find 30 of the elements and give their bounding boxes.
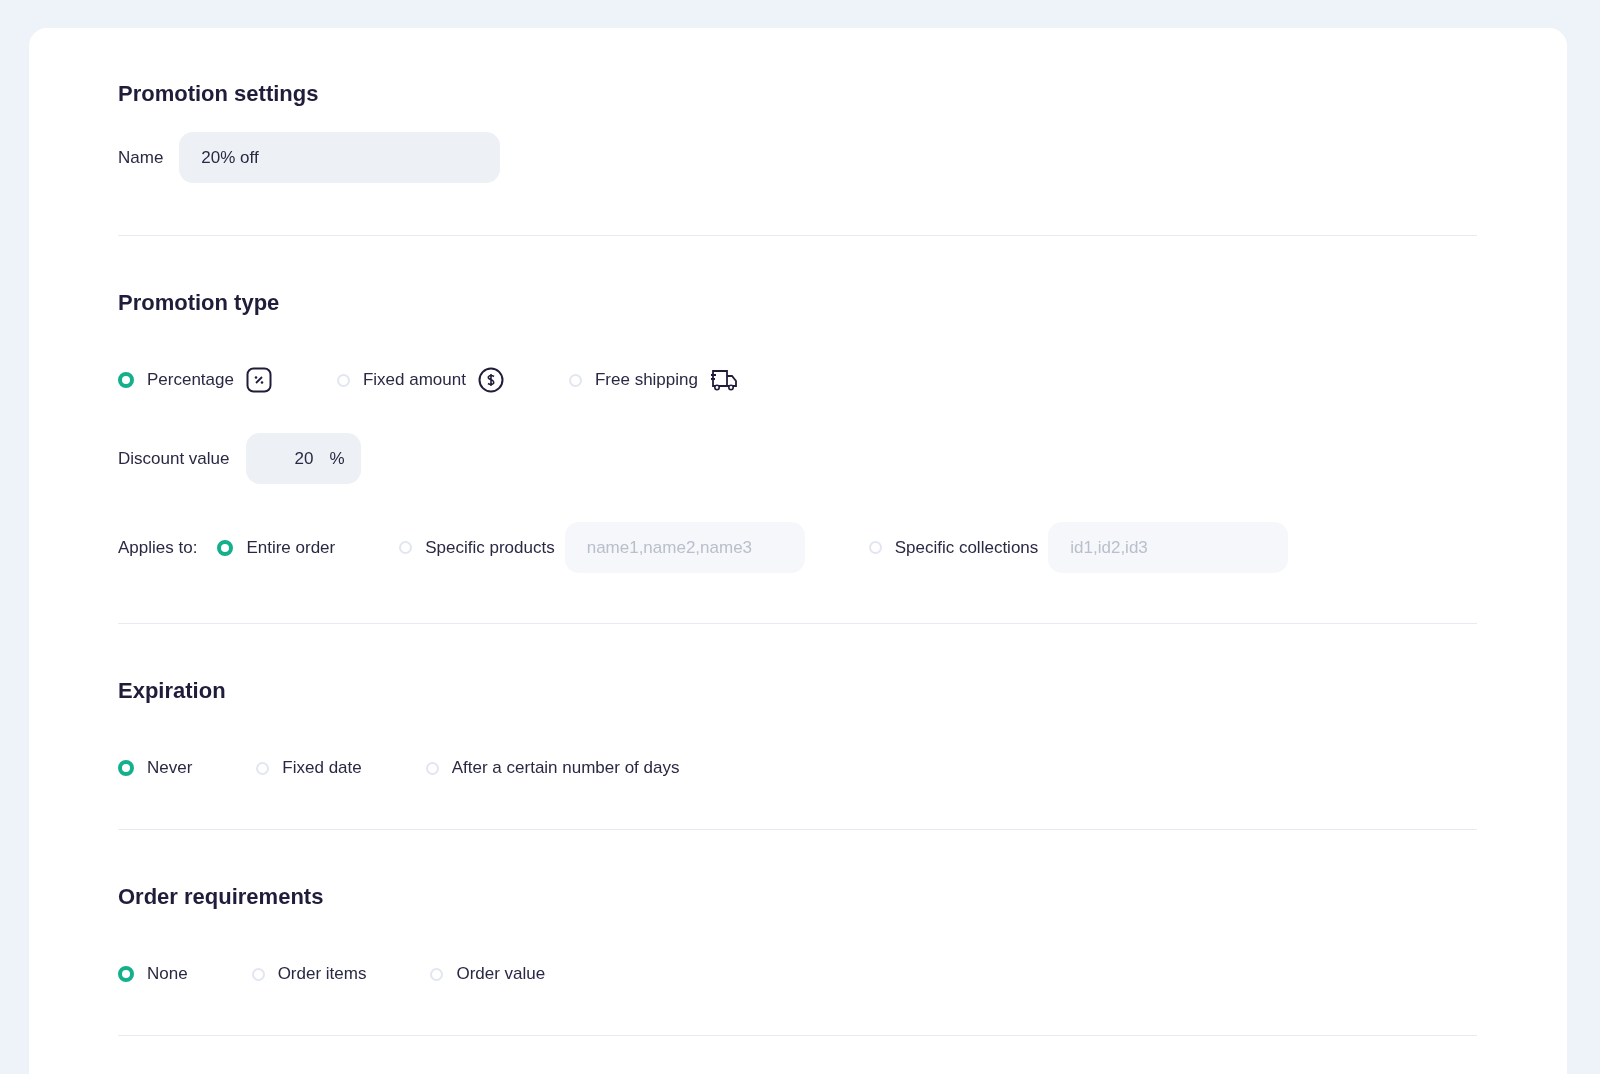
radio-button[interactable] [217, 539, 234, 556]
name-field[interactable]: 20% off [179, 132, 501, 183]
option-label[interactable]: Never [147, 758, 193, 778]
option-label[interactable]: None [147, 964, 188, 984]
option-label[interactable]: Specific products [425, 537, 555, 558]
section-title: Promotion type [118, 289, 281, 317]
section-title: Expiration [118, 677, 227, 705]
option-label[interactable]: Order items [277, 964, 367, 984]
radio-button[interactable] [118, 372, 134, 388]
option-label[interactable]: After a certain number of days [451, 758, 680, 778]
discount-label: Discount value [118, 448, 230, 469]
radio-button[interactable] [118, 966, 134, 982]
option-label[interactable]: Specific collections [894, 537, 1039, 558]
option-label[interactable]: Order value [456, 964, 546, 984]
option-label[interactable]: Free shipping [594, 370, 698, 390]
applies-label: Applies to: [118, 537, 198, 558]
text-field[interactable]: id1,id2,id3 [1048, 522, 1289, 573]
option-label[interactable]: Fixed date [282, 758, 362, 778]
section-title: Promotion settings [118, 80, 320, 108]
radio-button[interactable] [118, 760, 134, 776]
section-title: Order requirements [118, 883, 325, 911]
dollar-icon [477, 367, 504, 393]
option-label[interactable]: Entire order [246, 537, 336, 558]
option-label[interactable]: Percentage [147, 370, 234, 390]
truck-icon [709, 368, 738, 392]
name-label: Name [118, 147, 164, 168]
text-field[interactable]: name1,name2,name3 [564, 522, 805, 573]
percent-icon [245, 367, 272, 393]
option-label[interactable]: Fixed amount [362, 370, 466, 390]
discount-field[interactable]: 20 % [245, 433, 361, 484]
